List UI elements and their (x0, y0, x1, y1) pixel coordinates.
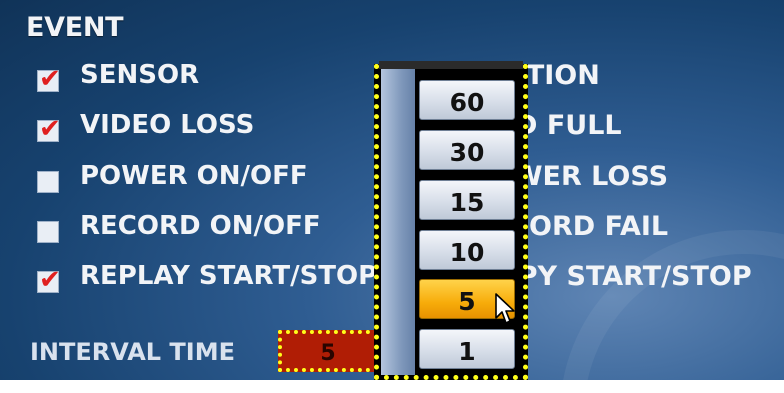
dropdown-option-30[interactable]: 30 (419, 130, 515, 170)
mouse-pointer-icon (495, 293, 515, 324)
interval-time-select[interactable]: 5 (278, 330, 378, 372)
record-on-off-label: RECORD ON/OFF (80, 211, 321, 241)
dropdown-top-edge (379, 61, 523, 69)
replay-start-stop-checkbox[interactable] (37, 265, 61, 295)
section-title: EVENT (26, 12, 124, 43)
interval-time-label: INTERVAL TIME (30, 338, 236, 366)
dropdown-option-60[interactable]: 60 (419, 80, 515, 120)
event-settings-screen: EVENT SENSOR VIDEO LOSS POWER ON/OFF REC… (0, 0, 784, 380)
dropdown-option-15[interactable]: 15 (419, 180, 515, 220)
video-loss-label: VIDEO LOSS (80, 110, 255, 140)
dropdown-option-10[interactable]: 10 (419, 230, 515, 270)
sensor-label: SENSOR (80, 60, 200, 90)
power-on-off-label: POWER ON/OFF (80, 161, 308, 191)
interval-dropdown: 60 30 15 10 5 1 (374, 61, 528, 380)
dropdown-option-1[interactable]: 1 (419, 329, 515, 369)
replay-start-stop-label: REPLAY START/STOP (80, 261, 378, 291)
dropdown-scrollbar[interactable] (381, 69, 415, 375)
record-on-off-checkbox[interactable] (37, 221, 59, 243)
power-on-off-checkbox[interactable] (37, 171, 59, 193)
sensor-checkbox[interactable] (37, 64, 61, 94)
video-loss-checkbox[interactable] (37, 114, 61, 144)
